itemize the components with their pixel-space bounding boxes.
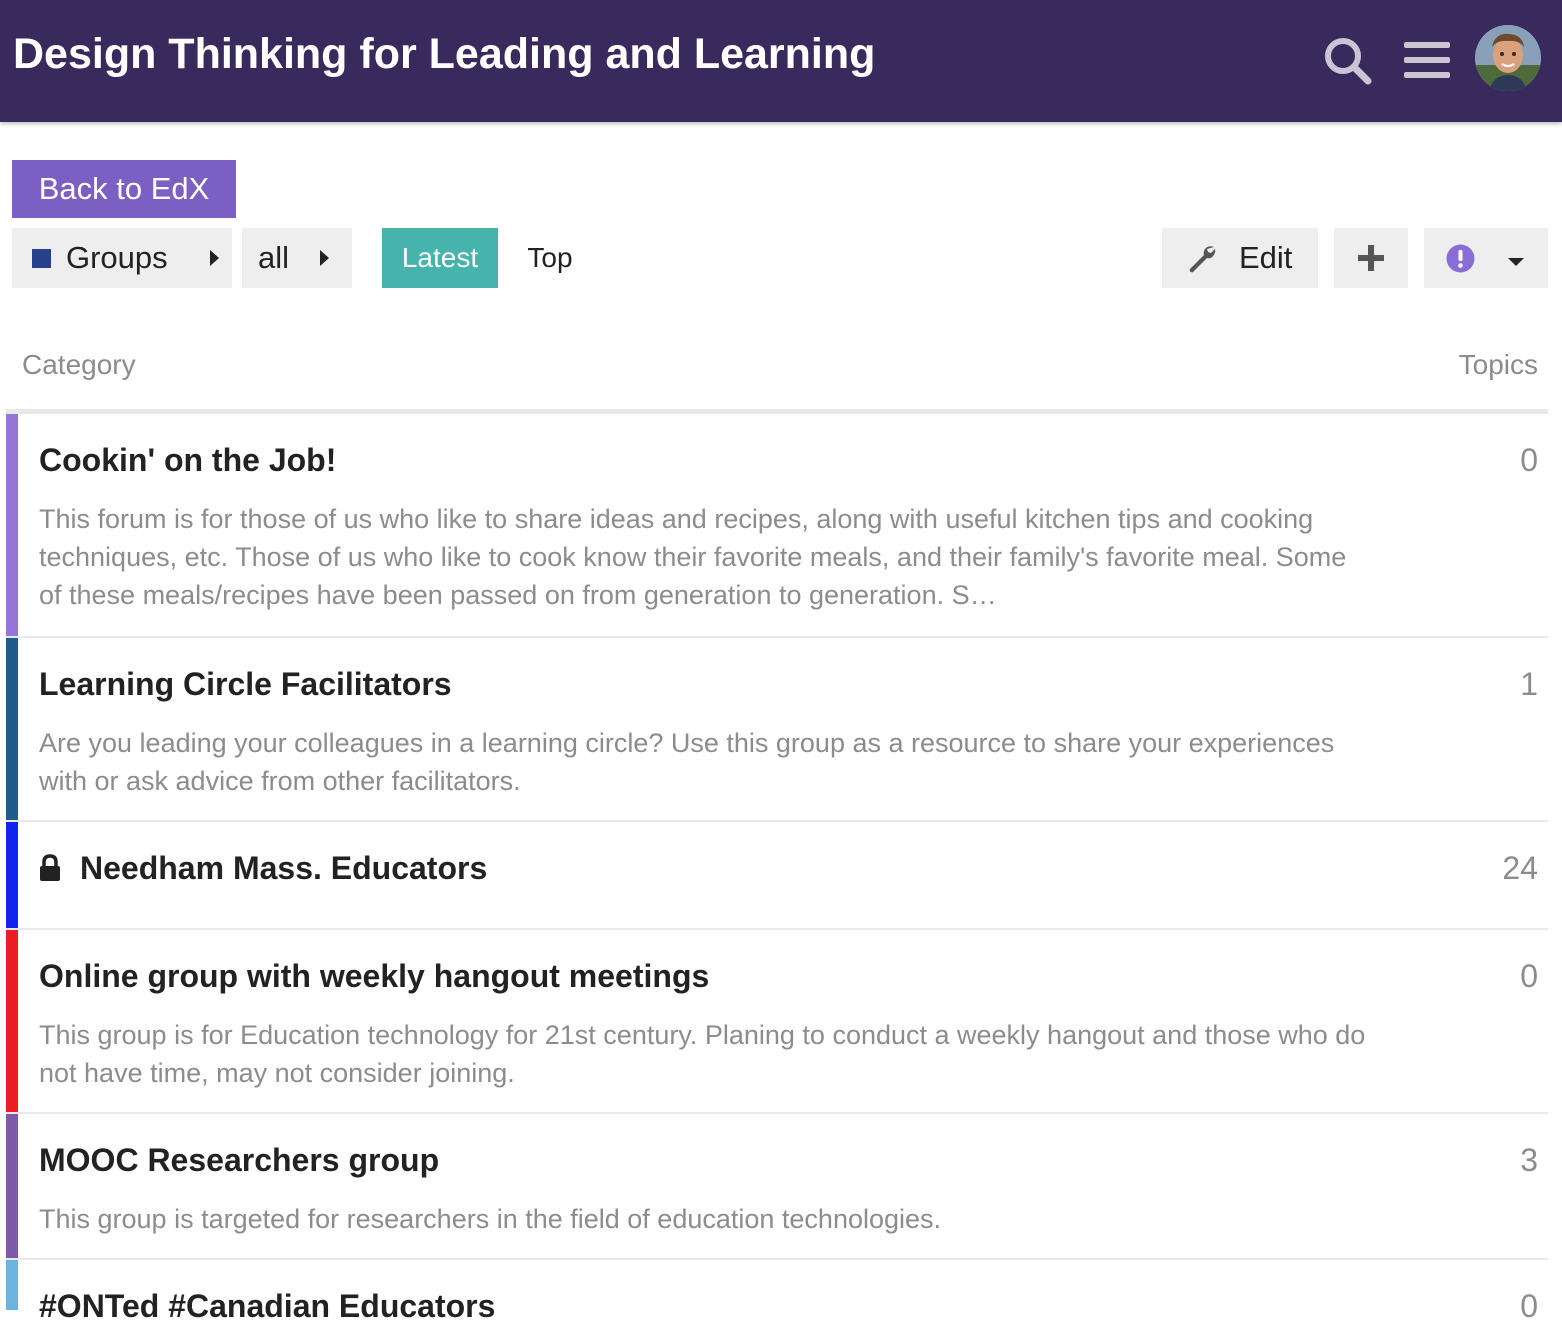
edit-category-button[interactable]: Edit [1162, 228, 1318, 288]
hamburger-menu-icon[interactable] [1404, 40, 1450, 80]
category-description: This group is for Education technology f… [39, 1020, 1366, 1088]
category-topic-count: 3 [1520, 1142, 1538, 1178]
column-header-topics[interactable]: Topics [1459, 349, 1538, 381]
category-topic-count: 0 [1520, 442, 1538, 478]
category-topic-count: 1 [1520, 666, 1538, 702]
category-name[interactable]: Needham Mass. Educators [80, 850, 487, 887]
category-row[interactable]: #ONTed #Canadian Educators 0 [6, 1260, 1548, 1324]
category-color-bar [6, 930, 18, 1112]
plus-icon [1358, 245, 1384, 271]
subcategory-breadcrumb-dropdown[interactable]: all [242, 228, 352, 288]
lock-icon [40, 854, 60, 881]
category-description: Are you leading your colleagues in a lea… [39, 728, 1335, 796]
category-breadcrumb-dropdown[interactable]: Groups [12, 228, 232, 288]
category-description: This forum is for those of us who like t… [39, 504, 1347, 610]
category-color-swatch [32, 249, 51, 268]
category-topic-count: 24 [1502, 850, 1538, 886]
user-avatar[interactable] [1475, 25, 1541, 91]
search-icon[interactable] [1323, 36, 1373, 86]
caret-right-icon [320, 250, 329, 266]
category-breadcrumb-label: Groups [66, 240, 168, 275]
category-name[interactable]: MOOC Researchers group [39, 1142, 439, 1179]
category-topic-count: 0 [1520, 1288, 1538, 1324]
subcategory-breadcrumb-label: all [258, 240, 290, 275]
category-name[interactable]: Learning Circle Facilitators [39, 666, 452, 703]
alert-circle-icon [1446, 244, 1475, 273]
caret-right-icon [210, 250, 219, 266]
category-description: This group is targeted for researchers i… [39, 1204, 942, 1234]
category-name[interactable]: Cookin' on the Job! [39, 442, 336, 479]
caret-down-icon [1508, 258, 1524, 266]
category-topic-count: 0 [1520, 958, 1538, 994]
avatar-image [1475, 25, 1541, 91]
back-to-edx-button[interactable]: Back to EdX [12, 160, 236, 218]
new-category-button[interactable] [1334, 228, 1408, 288]
category-row[interactable]: MOOC Researchers group This group is tar… [6, 1114, 1548, 1260]
category-color-bar [6, 414, 18, 636]
category-color-bar [6, 1114, 18, 1258]
site-header: Design Thinking for Leading and Learning [0, 0, 1562, 122]
tab-latest[interactable]: Latest [382, 228, 498, 288]
wrench-icon [1189, 246, 1216, 273]
category-row[interactable]: Cookin' on the Job! This forum is for th… [6, 414, 1548, 638]
edit-label: Edit [1239, 240, 1293, 275]
tab-top[interactable]: Top [510, 228, 590, 288]
category-color-bar [6, 822, 18, 928]
category-row[interactable]: Learning Circle Facilitators Are you lea… [6, 638, 1548, 822]
site-title[interactable]: Design Thinking for Leading and Learning [13, 30, 875, 79]
category-row[interactable]: Online group with weekly hangout meeting… [6, 930, 1548, 1114]
category-color-bar [6, 1260, 18, 1310]
category-row[interactable]: Needham Mass. Educators 24 [6, 822, 1548, 930]
category-color-bar [6, 638, 18, 820]
category-name[interactable]: #ONTed #Canadian Educators [39, 1288, 495, 1325]
category-name[interactable]: Online group with weekly hangout meeting… [39, 958, 709, 995]
notification-level-dropdown[interactable] [1424, 228, 1548, 288]
column-header-category[interactable]: Category [22, 349, 136, 381]
